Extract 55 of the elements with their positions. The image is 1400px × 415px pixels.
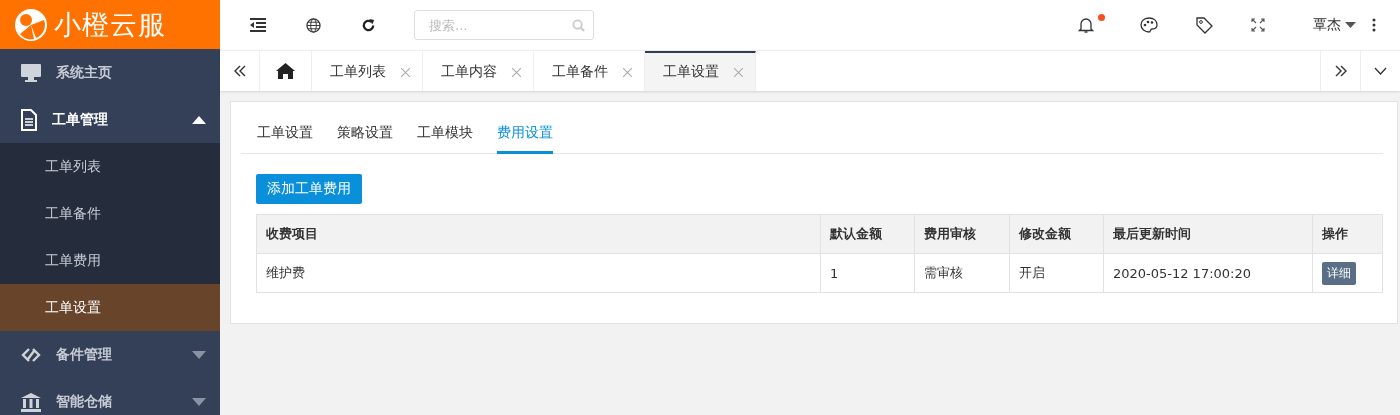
caret-down-icon [1345,22,1356,28]
globe-icon[interactable] [306,17,321,33]
submenu-item[interactable]: 工单备件 [0,190,220,237]
column-header: 操作 [1312,214,1383,254]
table-cell: 开启 [1009,253,1104,293]
bank-icon [20,391,42,412]
double-chevron-left-icon [233,65,246,77]
chevron-down-icon [1374,67,1387,75]
home-icon [276,63,295,79]
submenu-item[interactable]: 工单费用 [0,237,220,284]
table-cell: 维护费 [256,253,821,293]
menu-collapse-icon[interactable] [250,18,266,32]
double-chevron-right-icon [1334,65,1347,77]
page-tab[interactable]: 工单设置 [645,51,756,91]
settings-tab[interactable]: 工单模块 [417,118,473,154]
page-tab[interactable]: 工单列表 [312,51,423,91]
user-menu[interactable]: 覃杰 [1313,16,1356,34]
sidebar-item[interactable]: 工单管理 [0,96,220,143]
logo-icon [14,7,48,42]
refresh-icon[interactable] [361,17,376,33]
tab-label: 工单列表 [330,63,386,81]
palette-icon[interactable] [1140,17,1158,33]
column-header: 收费项目 [256,214,821,254]
sidebar-item[interactable]: 备件管理 [0,331,220,378]
bell-icon[interactable] [1078,16,1094,34]
monitor-icon [20,62,42,83]
column-header: 默认金额 [820,214,915,254]
home-tab[interactable] [260,51,312,91]
submenu-item[interactable]: 工单列表 [0,143,220,190]
settings-tab[interactable]: 策略设置 [337,118,393,154]
tab-label: 工单备件 [552,63,608,81]
column-header: 费用审核 [914,214,1010,254]
column-header: 最后更新时间 [1103,214,1313,254]
sidebar-item[interactable]: 系统主页 [0,49,220,96]
scroll-right-button[interactable] [1320,51,1360,91]
search-icon [572,19,585,32]
add-fee-button[interactable]: 添加工单费用 [256,174,362,204]
fullscreen-icon[interactable] [1251,18,1265,32]
search-field[interactable]: 搜索... [414,10,594,40]
sidebar-item[interactable]: 智能仓储 [0,378,220,415]
tab-label: 工单内容 [441,63,497,81]
settings-tab[interactable]: 工单设置 [257,118,313,154]
document-icon [20,108,38,131]
settings-tab[interactable]: 费用设置 [497,118,553,154]
detail-button[interactable]: 详细 [1321,261,1356,285]
page-tab[interactable]: 工单内容 [423,51,534,91]
table-cell: 需审核 [914,253,1010,293]
table-cell: 1 [820,253,915,293]
column-header: 修改金额 [1009,214,1104,254]
logo-text: 小橙云服 [54,7,166,42]
more-icon[interactable] [1372,18,1376,32]
submenu-item[interactable]: 工单设置 [0,284,220,331]
tab-label: 工单设置 [663,63,719,81]
table-cell: 2020-05-12 17:00:20 [1103,253,1313,293]
tag-icon[interactable] [1196,16,1213,34]
